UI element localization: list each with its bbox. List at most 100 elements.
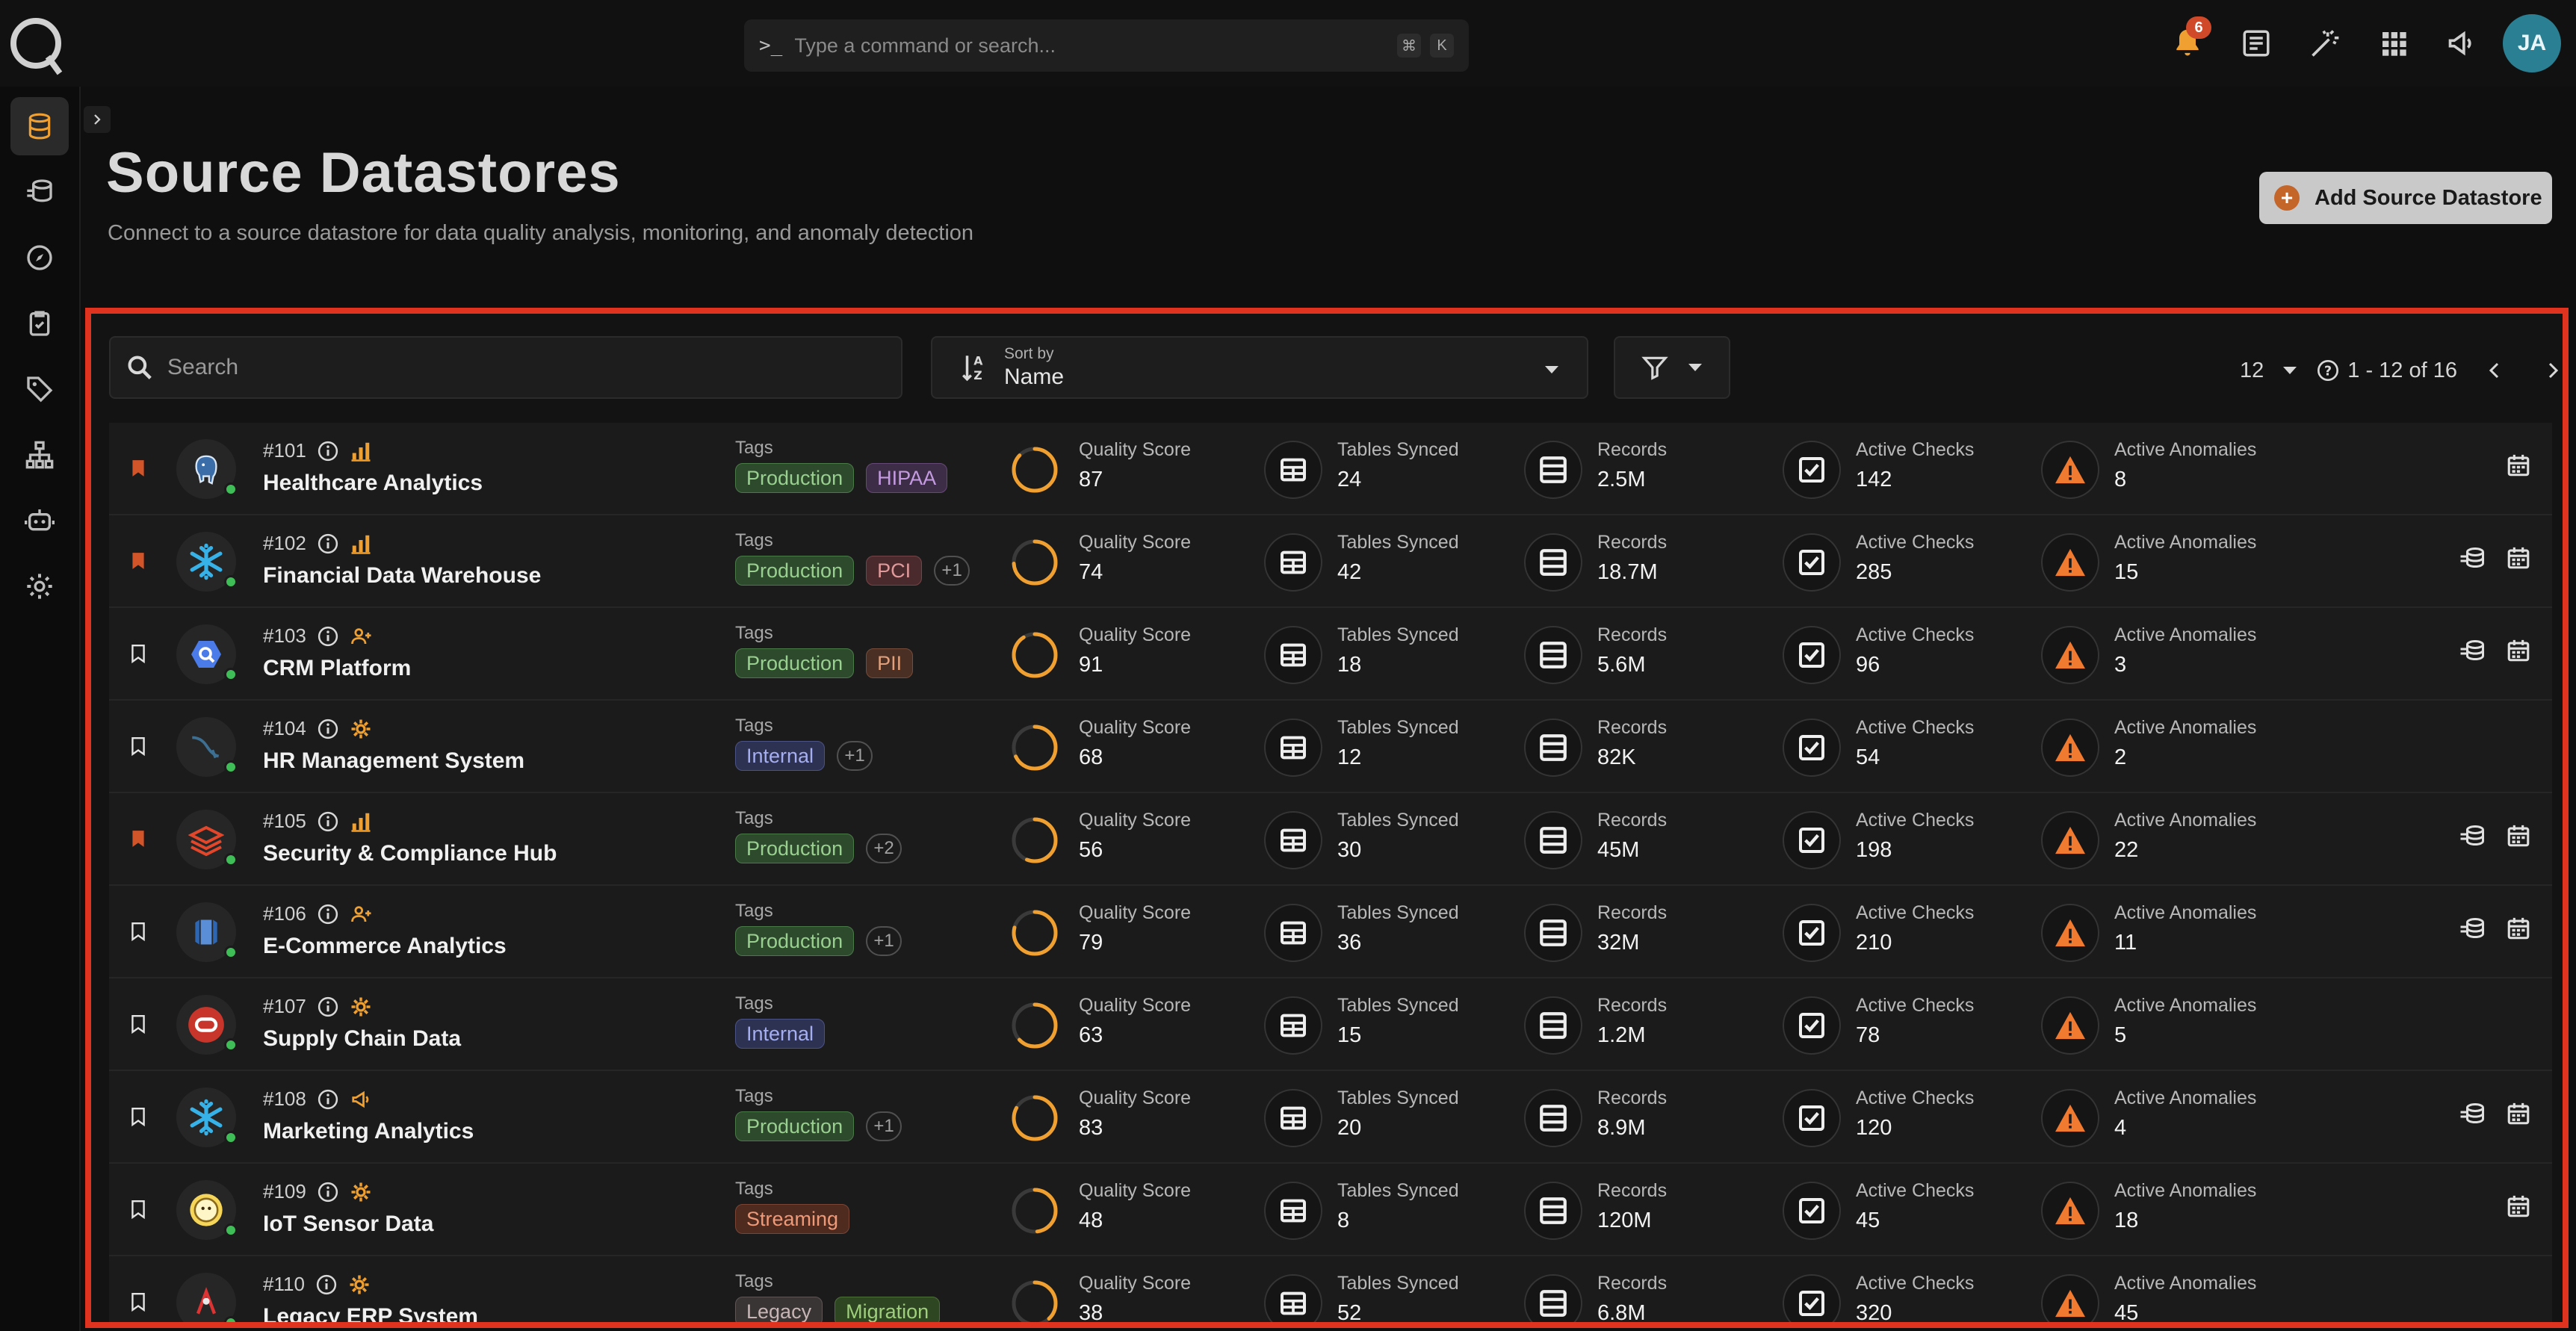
previous-page-icon[interactable] <box>2486 360 2504 381</box>
bookmark-icon[interactable] <box>129 1198 148 1224</box>
calendar-icon[interactable] <box>2506 1101 2531 1128</box>
command-palette[interactable]: >_ Type a command or search... ⌘ K <box>744 19 1469 72</box>
bookmark-filled-icon[interactable] <box>129 828 148 854</box>
bookmark-icon[interactable] <box>129 1013 148 1039</box>
tag-chip[interactable]: Streaming <box>735 1204 850 1234</box>
tag-chip[interactable]: HIPAA <box>866 463 948 493</box>
calendar-icon[interactable] <box>2506 916 2531 943</box>
table-row[interactable]: #107 Supply Chain Data Tags Internal Quality… <box>109 978 2552 1071</box>
tag-chip[interactable]: Production <box>735 648 855 678</box>
tag-chip[interactable]: Legacy <box>735 1297 823 1322</box>
sidebar-item-tags[interactable] <box>10 360 69 418</box>
bookmark-icon[interactable] <box>129 1105 148 1132</box>
info-icon[interactable] <box>317 625 339 648</box>
calendar-icon[interactable] <box>2506 1194 2531 1219</box>
info-icon[interactable] <box>317 533 339 555</box>
sidebar-item-checks[interactable] <box>10 294 69 353</box>
calendar-icon[interactable] <box>2506 823 2531 850</box>
sort-select[interactable]: AZ Sort by Name <box>931 336 1588 399</box>
apps-button[interactable] <box>2359 12 2428 75</box>
info-icon[interactable] <box>317 996 339 1018</box>
tag-chip[interactable]: Internal <box>735 1019 826 1049</box>
next-page-icon[interactable] <box>2544 360 2562 381</box>
table-row[interactable]: #105 Security & Compliance Hub Tags Product… <box>109 793 2552 886</box>
bookmark-icon[interactable] <box>129 735 148 761</box>
table-row[interactable]: #104 HR Management System Tags Internal +1 Qu… <box>109 701 2552 793</box>
more-tags-chip[interactable]: +2 <box>866 834 902 863</box>
table-row[interactable]: #106 E-Commerce Analytics Tags Production +1… <box>109 886 2552 978</box>
table-row[interactable]: #101 Healthcare Analytics Tags Production HI… <box>109 423 2552 515</box>
user-avatar[interactable]: JA <box>2503 14 2561 72</box>
database-sync-icon[interactable] <box>2459 545 2486 572</box>
info-icon[interactable] <box>317 903 339 925</box>
more-tags-chip[interactable]: +1 <box>934 556 970 586</box>
tag-chip[interactable]: Production <box>735 926 855 956</box>
calendar-icon[interactable] <box>2506 638 2531 665</box>
info-icon[interactable] <box>315 1273 338 1296</box>
calendar-icon[interactable] <box>2506 453 2531 478</box>
sidebar-item-datastores[interactable] <box>10 97 69 155</box>
more-tags-chip[interactable]: +1 <box>866 926 902 956</box>
tag-chip[interactable]: PII <box>866 648 914 678</box>
magic-button[interactable] <box>2291 12 2359 75</box>
announcements-button[interactable] <box>2428 12 2497 75</box>
info-icon[interactable] <box>317 810 339 833</box>
info-icon[interactable] <box>317 718 339 740</box>
database-sync-icon[interactable] <box>2459 1101 2486 1128</box>
anomalies-label: Active Anomalies <box>2114 624 2257 645</box>
database-sync-icon[interactable] <box>2459 916 2486 943</box>
bookmark-icon[interactable] <box>129 920 148 946</box>
sidebar-item-flows[interactable] <box>10 426 69 484</box>
bookmark-icon[interactable] <box>129 642 148 668</box>
info-icon[interactable] <box>317 440 339 462</box>
sidebar-item-agents[interactable] <box>10 491 69 550</box>
tag-chip[interactable]: Production <box>735 834 855 863</box>
table-row[interactable]: #109 IoT Sensor Data Tags Streaming Quality … <box>109 1164 2552 1256</box>
tag-chip[interactable]: Production <box>735 1111 855 1141</box>
datastore-name[interactable]: IoT Sensor Data <box>263 1211 433 1237</box>
datastore-name[interactable]: Supply Chain Data <box>263 1026 461 1052</box>
quality-label: Quality Score <box>1079 717 1192 738</box>
datastore-name[interactable]: Healthcare Analytics <box>263 471 483 496</box>
datastore-name[interactable]: Legacy ERP System <box>263 1304 478 1322</box>
info-icon[interactable] <box>317 1181 339 1203</box>
datastore-name[interactable]: E-Commerce Analytics <box>263 934 507 959</box>
datastore-name[interactable]: Security & Compliance Hub <box>263 841 557 866</box>
sidebar-item-settings[interactable] <box>10 557 69 615</box>
filter-button[interactable] <box>1614 336 1730 399</box>
tag-chip[interactable]: Production <box>735 556 855 586</box>
bookmark-filled-icon[interactable] <box>129 550 148 576</box>
search-box[interactable] <box>109 336 902 399</box>
bookmark-icon[interactable] <box>129 1291 148 1317</box>
table-row[interactable]: #110 Legacy ERP System Tags Legacy Migration… <box>109 1256 2552 1322</box>
datastore-name[interactable]: Marketing Analytics <box>263 1119 474 1144</box>
sidebar-item-enrichment[interactable] <box>10 163 69 221</box>
datastore-name[interactable]: Financial Data Warehouse <box>263 563 541 589</box>
notifications-button[interactable]: 6 <box>2153 12 2222 75</box>
info-icon[interactable] <box>317 1088 339 1111</box>
datastore-name[interactable]: CRM Platform <box>263 656 411 681</box>
more-tags-chip[interactable]: +1 <box>837 741 873 771</box>
search-input[interactable] <box>167 355 840 380</box>
tag-chip[interactable]: Production <box>735 463 855 493</box>
add-source-datastore-button[interactable]: + Add Source Datastore <box>2259 172 2552 224</box>
app-logo-icon[interactable] <box>9 10 64 76</box>
sidebar-item-explore[interactable] <box>10 229 69 287</box>
help-icon[interactable]: ? <box>2316 359 2340 382</box>
table-row[interactable]: #103 CRM Platform Tags Production PII Quality… <box>109 608 2552 701</box>
bookmark-filled-icon[interactable] <box>129 457 148 483</box>
calendar-icon[interactable] <box>2506 545 2531 572</box>
datastore-name[interactable]: HR Management System <box>263 748 524 774</box>
database-sync-icon[interactable] <box>2459 638 2486 665</box>
table-row[interactable]: #108 Marketing Analytics Tags Production +1 Q… <box>109 1071 2552 1164</box>
table-row[interactable]: #102 Financial Data Warehouse Tags Producti… <box>109 515 2552 608</box>
database-sync-icon[interactable] <box>2459 823 2486 850</box>
docs-button[interactable] <box>2222 12 2291 75</box>
page-size-value[interactable]: 12 <box>2240 359 2264 383</box>
more-tags-chip[interactable]: +1 <box>866 1111 902 1141</box>
page-size-caret-icon[interactable] <box>2282 365 2298 376</box>
tag-chip[interactable]: PCI <box>866 556 923 586</box>
sidebar-expand-button[interactable] <box>84 106 111 133</box>
tag-chip[interactable]: Migration <box>835 1297 941 1322</box>
tag-chip[interactable]: Internal <box>735 741 826 771</box>
